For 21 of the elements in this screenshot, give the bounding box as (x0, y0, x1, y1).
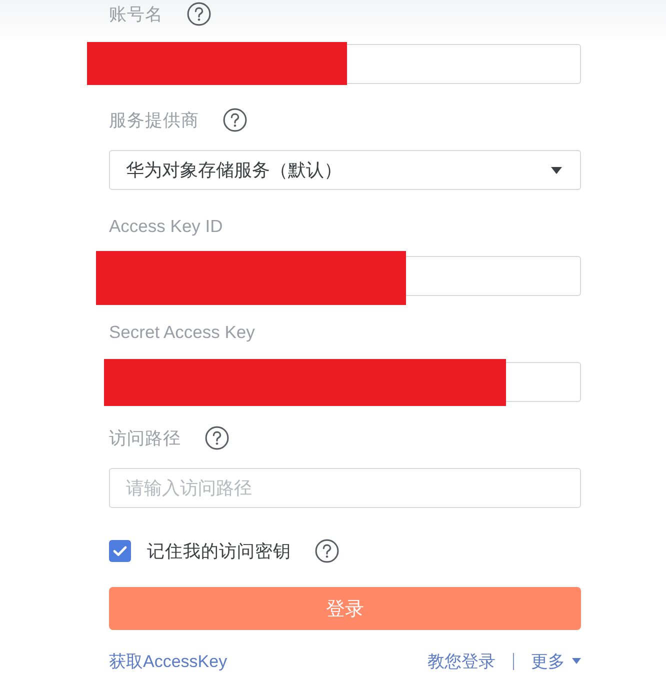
field-label: Access Key ID (109, 216, 223, 236)
more-menu-link[interactable]: 更多 (531, 650, 581, 672)
caret-down-icon (551, 166, 562, 174)
input-field[interactable] (347, 44, 581, 84)
login-button[interactable]: 登录 (109, 587, 581, 630)
get-accesskey-link[interactable]: 获取AccessKey (109, 650, 228, 672)
field-label: 访问路径 (109, 427, 181, 450)
input-field[interactable]: 请输入访问路径 (109, 468, 581, 508)
help-icon[interactable] (205, 426, 229, 450)
checkbox-label[interactable]: 记住我的访问密钥 (147, 539, 291, 563)
select-field[interactable]: 华为对象存储服务（默认） (109, 150, 581, 190)
input-field[interactable] (506, 362, 581, 402)
input-field[interactable] (406, 256, 581, 296)
help-login-link[interactable]: 教您登录 (428, 650, 496, 672)
help-icon[interactable] (223, 108, 247, 132)
field-label: Secret Access Key (109, 322, 255, 342)
checkbox[interactable] (109, 540, 131, 562)
field-label: 账号名 (109, 3, 163, 26)
help-icon[interactable] (315, 539, 339, 563)
help-icon[interactable] (187, 2, 211, 26)
field-label: 服务提供商 (109, 109, 199, 132)
